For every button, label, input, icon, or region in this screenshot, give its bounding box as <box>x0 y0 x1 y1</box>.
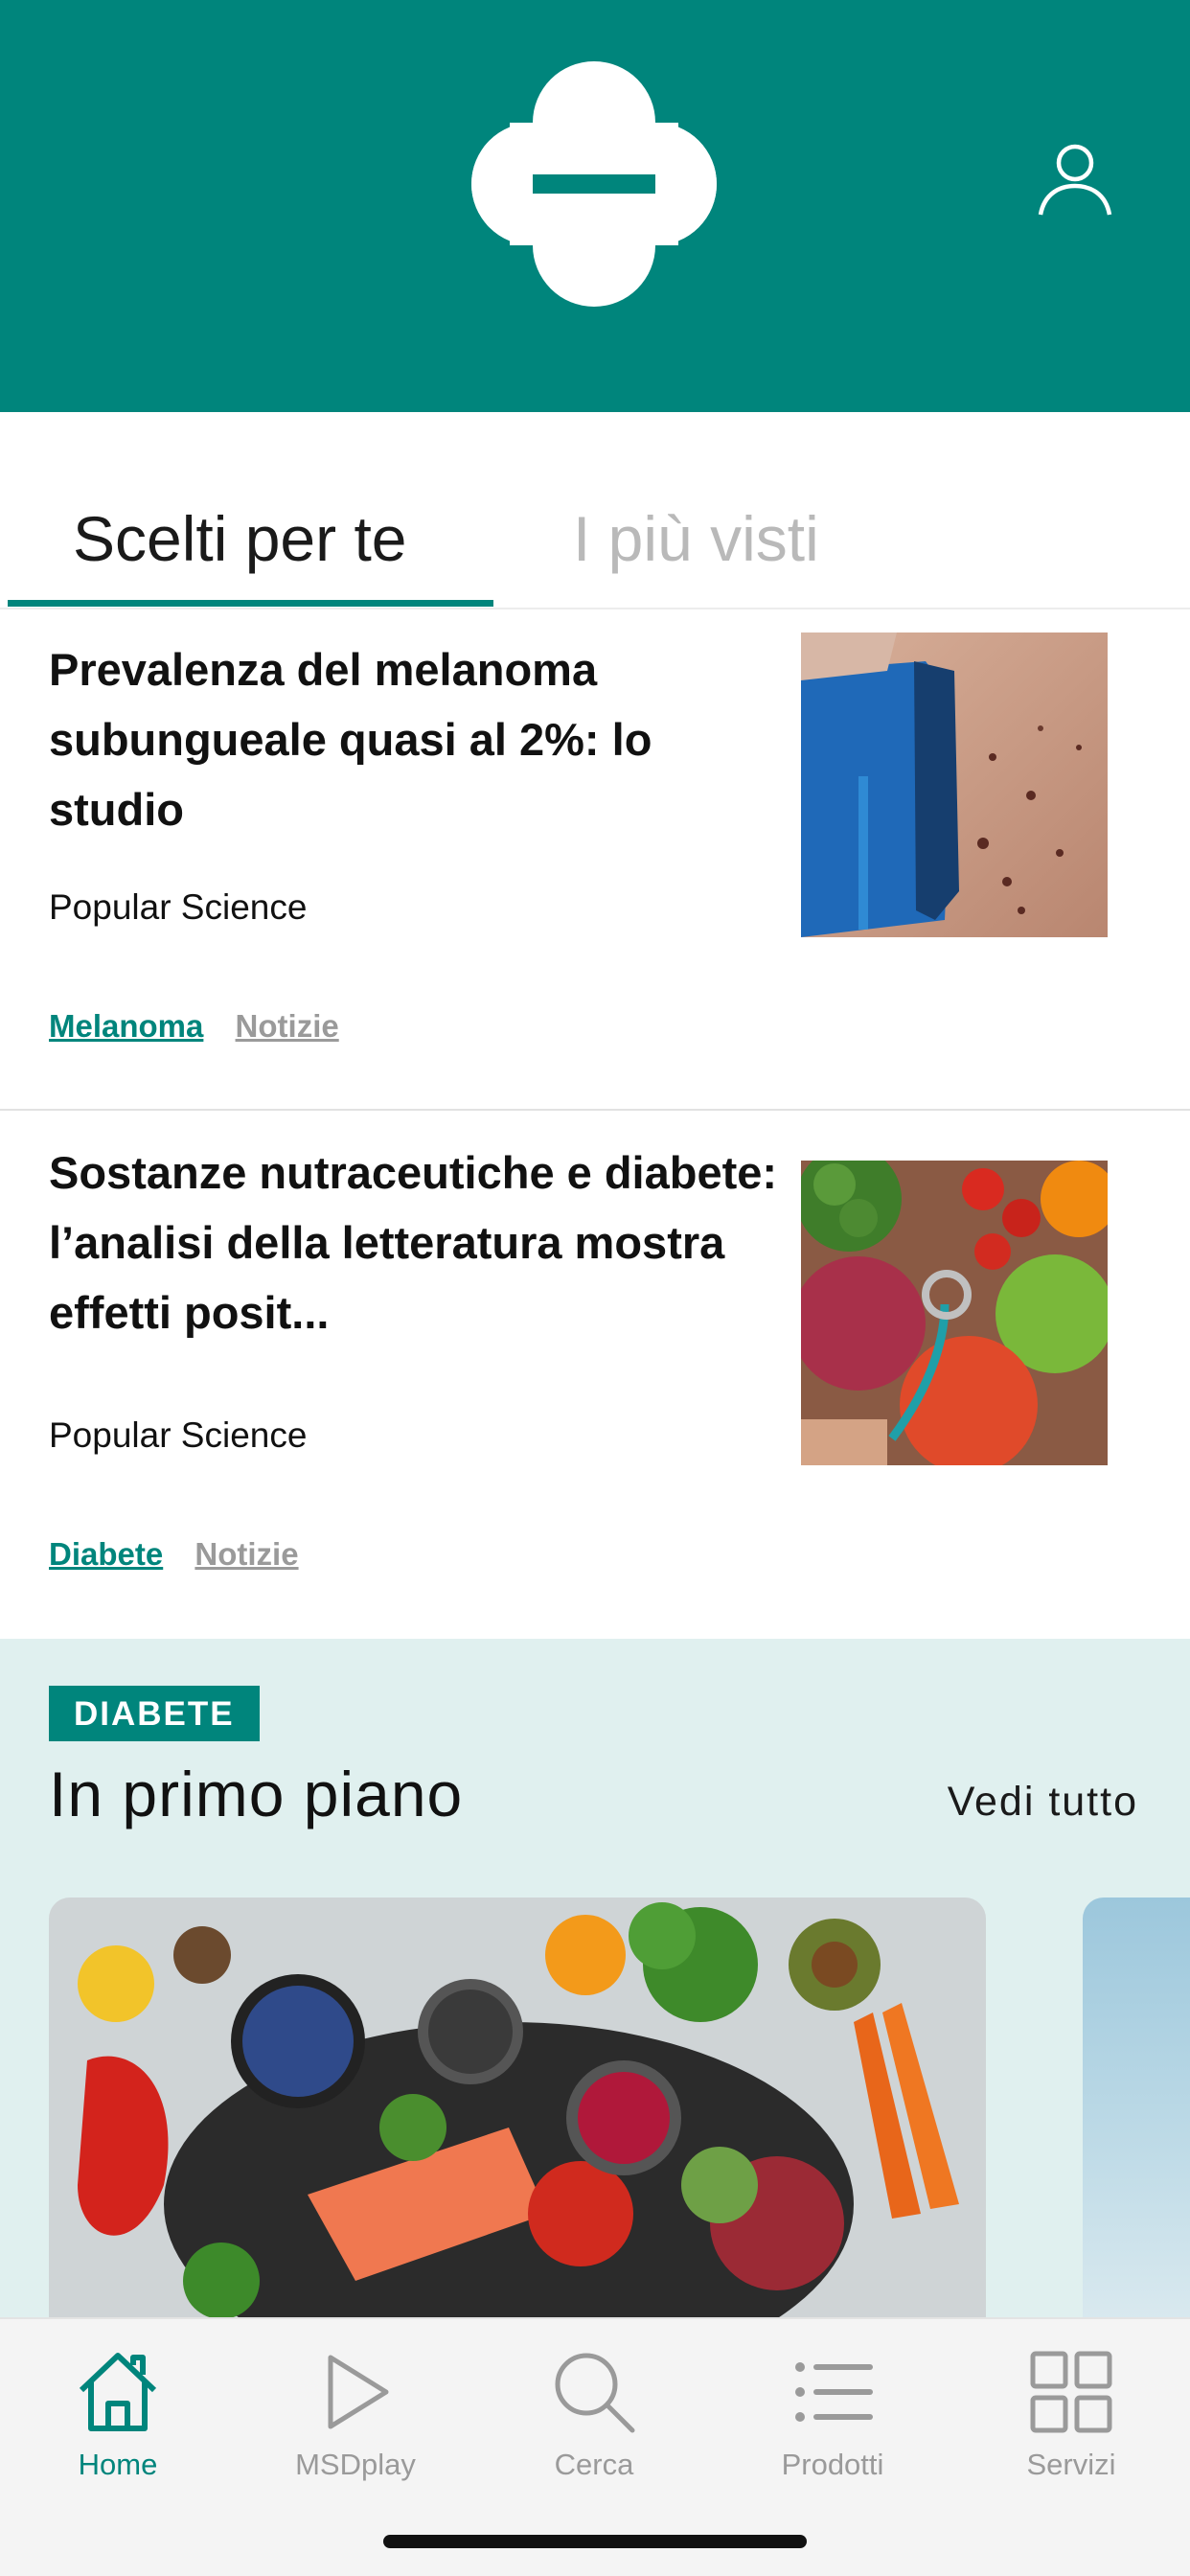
article-title[interactable]: Sostanze nutraceutiche e diabete: l’anal… <box>49 1138 787 1347</box>
featured-section: DIABETE In primo piano Vedi tutto <box>0 1639 1190 2319</box>
app-header <box>0 0 1190 412</box>
nav-label: Servizi <box>1026 2448 1116 2481</box>
brand-logo-icon <box>471 61 717 307</box>
article-source: Popular Science <box>49 887 308 927</box>
home-icon <box>79 2353 157 2431</box>
article-card[interactable]: Prevalenza del melanoma subungueale quas… <box>0 610 1190 1111</box>
article-card[interactable]: Sostanze nutraceutiche e diabete: l’anal… <box>0 1113 1190 1640</box>
see-all-link[interactable]: Vedi tutto <box>948 1779 1138 1826</box>
nav-label: Cerca <box>554 2448 634 2481</box>
tag-notizie[interactable]: Notizie <box>236 1008 339 1044</box>
article-thumbnail[interactable] <box>801 632 1108 937</box>
play-icon <box>328 2355 389 2429</box>
nav-prodotti[interactable]: Prodotti <box>737 2331 928 2481</box>
next-card-preview[interactable] <box>1083 1898 1190 2319</box>
category-badge: DIABETE <box>49 1686 260 1741</box>
nav-msdplay[interactable]: MSDplay <box>260 2331 451 2481</box>
tab-bar: Scelti per te I più visti <box>0 412 1190 610</box>
nav-home[interactable]: Home <box>22 2331 214 2481</box>
grid-icon <box>1030 2351 1112 2433</box>
nav-label: Home <box>78 2448 158 2481</box>
section-title: In primo piano <box>49 1759 464 1829</box>
article-tags: Diabete Notizie <box>49 1536 299 1573</box>
tag-diabete[interactable]: Diabete <box>49 1536 163 1572</box>
article-tags: Melanoma Notizie <box>49 1008 339 1045</box>
nav-label: Prodotti <box>781 2448 884 2481</box>
nav-cerca[interactable]: Cerca <box>498 2331 690 2481</box>
article-source: Popular Science <box>49 1415 308 1455</box>
user-icon[interactable] <box>1037 140 1113 217</box>
tag-notizie[interactable]: Notizie <box>195 1536 298 1572</box>
search-icon <box>555 2353 635 2433</box>
tab-scelti-per-te[interactable]: Scelti per te <box>73 500 407 577</box>
home-indicator <box>383 2535 807 2548</box>
nav-servizi[interactable]: Servizi <box>975 2331 1167 2481</box>
active-tab-indicator <box>8 600 493 607</box>
featured-card-image[interactable] <box>49 1898 986 2319</box>
nav-label: MSDplay <box>295 2448 416 2481</box>
article-title[interactable]: Prevalenza del melanoma subungueale quas… <box>49 634 787 844</box>
tab-piu-visti[interactable]: I più visti <box>573 500 819 577</box>
tag-melanoma[interactable]: Melanoma <box>49 1008 203 1044</box>
list-icon <box>795 2362 873 2422</box>
article-thumbnail[interactable] <box>801 1161 1108 1465</box>
